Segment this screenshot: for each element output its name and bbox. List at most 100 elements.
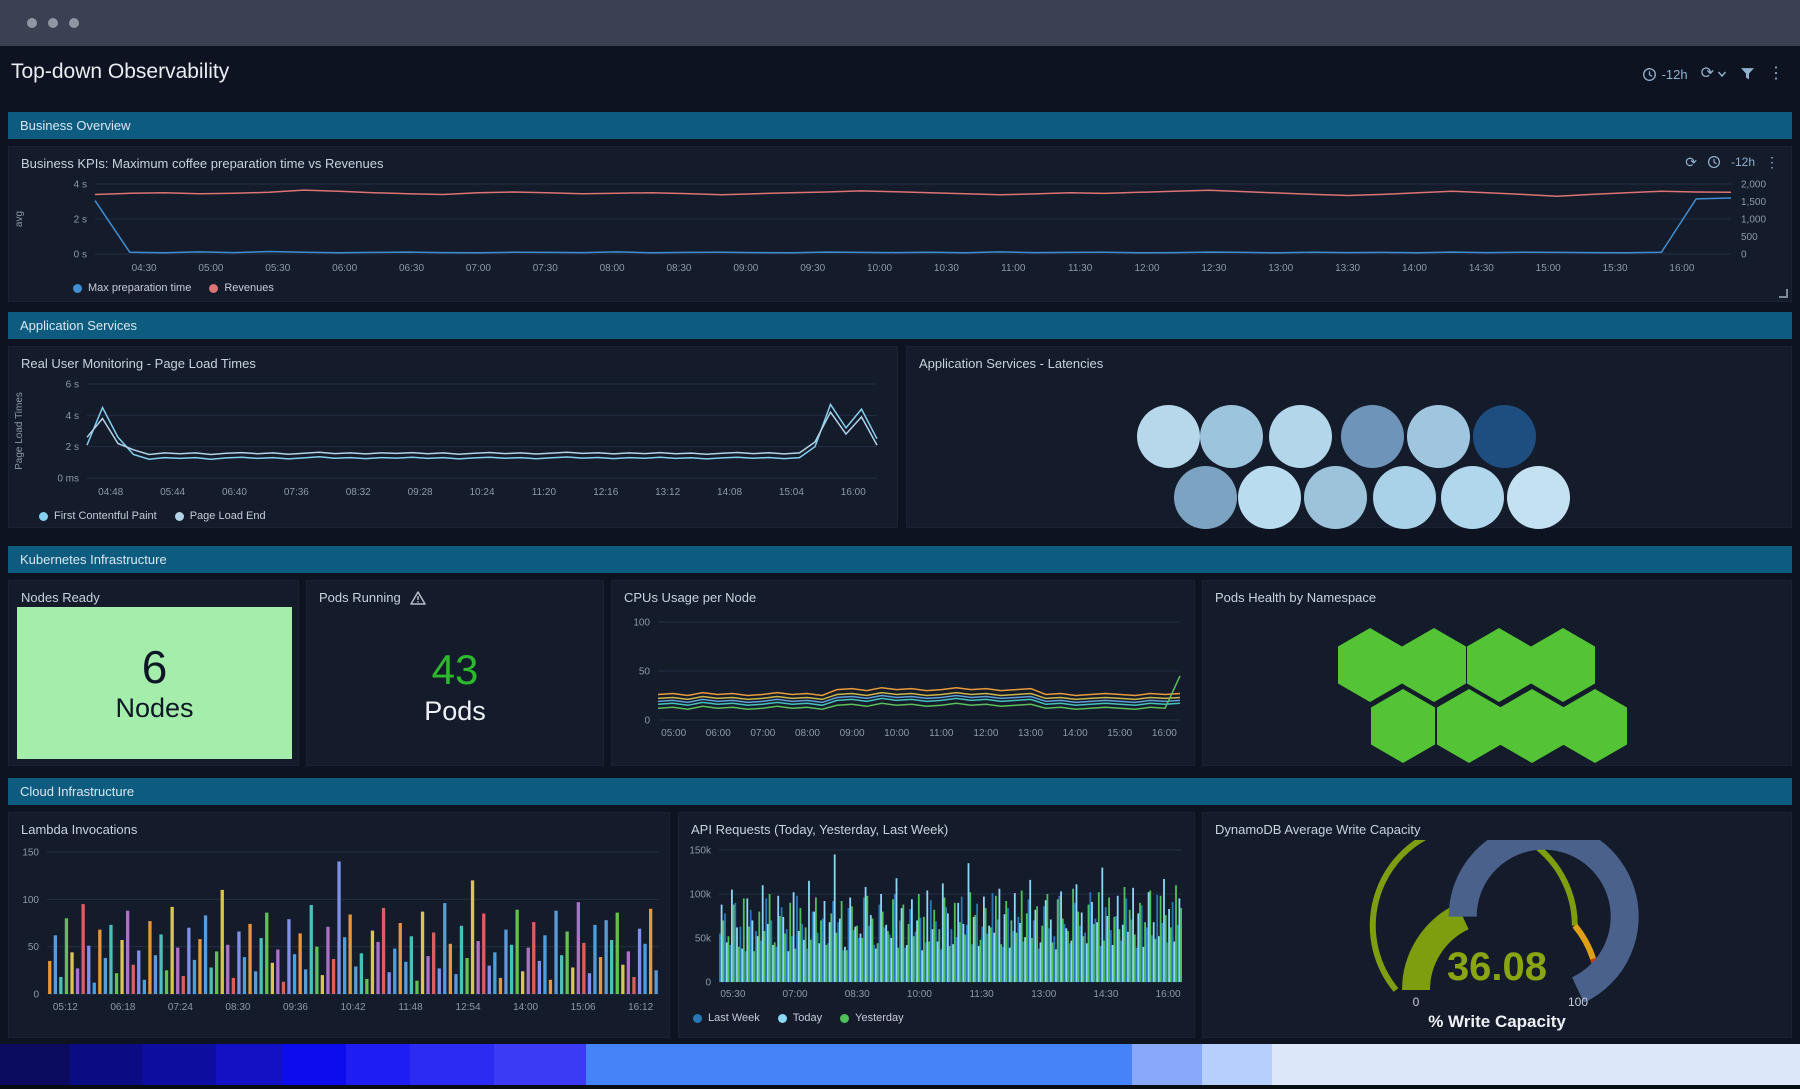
latency-bubble[interactable]: [1341, 405, 1404, 468]
svg-text:16:00: 16:00: [841, 487, 866, 498]
section-business-overview[interactable]: Business Overview: [8, 112, 1792, 139]
heatmap-cell: [494, 1044, 586, 1085]
legend-dot-icon: [840, 1014, 849, 1023]
svg-text:04:30: 04:30: [132, 263, 157, 274]
resize-handle[interactable]: [1779, 289, 1788, 298]
latency-bubble[interactable]: [1304, 466, 1367, 529]
latency-bubble[interactable]: [1137, 405, 1200, 468]
legend-item[interactable]: First Contentful Paint: [39, 510, 157, 522]
svg-text:07:00: 07:00: [783, 989, 808, 1000]
legend-label: Max preparation time: [88, 282, 191, 294]
svg-text:0 s: 0 s: [74, 250, 87, 261]
svg-text:Page Load Times: Page Load Times: [14, 392, 25, 470]
window-dot-2[interactable]: [48, 18, 58, 28]
heatmap-cell: [410, 1044, 494, 1085]
write-capacity-gauge: 36.080100: [1307, 840, 1687, 1010]
svg-text:11:00: 11:00: [1001, 263, 1026, 274]
latency-bubble[interactable]: [1269, 405, 1332, 468]
svg-text:16:00: 16:00: [1669, 263, 1694, 274]
nodes-count: 6: [142, 642, 168, 693]
pods-value-box: 43 Pods: [307, 607, 603, 765]
warning-icon[interactable]: [410, 591, 426, 605]
time-range-label: -12h: [1662, 67, 1688, 82]
svg-text:05:00: 05:00: [198, 263, 223, 274]
namespace-hex[interactable]: [1531, 628, 1595, 702]
namespace-hex[interactable]: [1563, 689, 1627, 763]
svg-text:11:20: 11:20: [532, 487, 557, 498]
legend-item[interactable]: Revenues: [209, 282, 274, 294]
section-application-services[interactable]: Application Services: [8, 312, 1792, 339]
panel-title: Pods Running: [319, 590, 401, 605]
refresh-icon[interactable]: ⟳: [1685, 155, 1697, 169]
svg-text:04:48: 04:48: [98, 487, 123, 498]
svg-text:0: 0: [33, 990, 39, 1001]
section-label: Application Services: [20, 318, 137, 333]
window-dot-3[interactable]: [69, 18, 79, 28]
refresh-button[interactable]: ⟳: [1701, 66, 1727, 82]
latency-bubble[interactable]: [1507, 466, 1570, 529]
latency-bubble[interactable]: [1373, 466, 1436, 529]
namespace-hex[interactable]: [1437, 689, 1501, 763]
panel-latencies: Application Services - Latencies: [906, 346, 1792, 528]
svg-text:11:00: 11:00: [929, 728, 954, 739]
namespace-hex[interactable]: [1338, 628, 1402, 702]
svg-text:13:00: 13:00: [1268, 263, 1293, 274]
svg-text:06:30: 06:30: [399, 263, 424, 274]
legend-item[interactable]: Page Load End: [175, 510, 266, 522]
svg-text:10:42: 10:42: [340, 1002, 365, 1013]
section-cloud[interactable]: Cloud Infrastructure: [8, 778, 1792, 805]
window-dot-1[interactable]: [27, 18, 37, 28]
latency-bubble[interactable]: [1200, 405, 1263, 468]
kebab-menu-icon[interactable]: ⋮: [1768, 66, 1784, 82]
namespace-hex[interactable]: [1402, 628, 1466, 702]
heatmap-cell: [586, 1044, 1132, 1085]
latency-bubble[interactable]: [1473, 405, 1536, 468]
svg-text:05:30: 05:30: [265, 263, 290, 274]
latency-bubble[interactable]: [1407, 405, 1470, 468]
legend-item[interactable]: Yesterday: [840, 1012, 904, 1024]
svg-text:avg: avg: [14, 211, 25, 227]
svg-text:0: 0: [1741, 250, 1747, 261]
latency-bubble[interactable]: [1174, 466, 1237, 529]
svg-text:16:12: 16:12: [628, 1002, 653, 1013]
cpus-chart: 10050005:0006:0007:0008:0009:0010:0011:0…: [612, 608, 1196, 756]
panel-cpus-usage: CPUs Usage per Node 10050005:0006:0007:0…: [611, 580, 1195, 766]
kpi-legend: Max preparation time Revenues: [9, 278, 1791, 298]
legend-item[interactable]: Today: [778, 1012, 822, 1024]
namespace-hex[interactable]: [1500, 689, 1564, 763]
kebab-menu-icon[interactable]: ⋮: [1765, 155, 1779, 169]
clock-icon[interactable]: [1707, 155, 1721, 169]
latency-bubble[interactable]: [1441, 466, 1504, 529]
rum-legend: First Contentful Paint Page Load End: [9, 506, 897, 526]
panel-title: Pods Health by Namespace: [1203, 581, 1791, 608]
namespace-hex[interactable]: [1467, 628, 1531, 702]
panel-time-range[interactable]: -12h: [1731, 155, 1755, 169]
svg-text:100: 100: [633, 618, 650, 629]
time-range-picker[interactable]: -12h: [1642, 67, 1688, 82]
legend-item[interactable]: Max preparation time: [73, 282, 191, 294]
svg-text:06:18: 06:18: [110, 1002, 135, 1013]
bottom-edge: [0, 1085, 1800, 1089]
section-kubernetes[interactable]: Kubernetes Infrastructure: [8, 546, 1792, 573]
svg-text:16:00: 16:00: [1152, 728, 1177, 739]
svg-text:15:00: 15:00: [1536, 263, 1561, 274]
svg-text:0: 0: [1413, 995, 1420, 1009]
legend-item[interactable]: Last Week: [693, 1012, 760, 1024]
legend-dot-icon: [693, 1014, 702, 1023]
svg-text:100: 100: [22, 895, 39, 906]
namespace-hex[interactable]: [1371, 689, 1435, 763]
panel-kpi-controls: ⟳ -12h ⋮: [1685, 155, 1779, 169]
latency-bubble[interactable]: [1238, 466, 1301, 529]
svg-text:09:30: 09:30: [800, 263, 825, 274]
pods-unit: Pods: [424, 696, 486, 727]
svg-text:150: 150: [22, 848, 39, 859]
panel-title: Real User Monitoring - Page Load Times: [9, 347, 897, 374]
svg-text:14:00: 14:00: [1402, 263, 1427, 274]
svg-text:08:32: 08:32: [346, 487, 371, 498]
svg-text:12:54: 12:54: [456, 1002, 481, 1013]
chevron-down-icon: [1717, 70, 1727, 78]
filter-icon[interactable]: [1740, 67, 1755, 81]
heatmap-cell: [0, 1044, 70, 1085]
svg-text:11:30: 11:30: [969, 989, 994, 1000]
svg-text:07:30: 07:30: [533, 263, 558, 274]
